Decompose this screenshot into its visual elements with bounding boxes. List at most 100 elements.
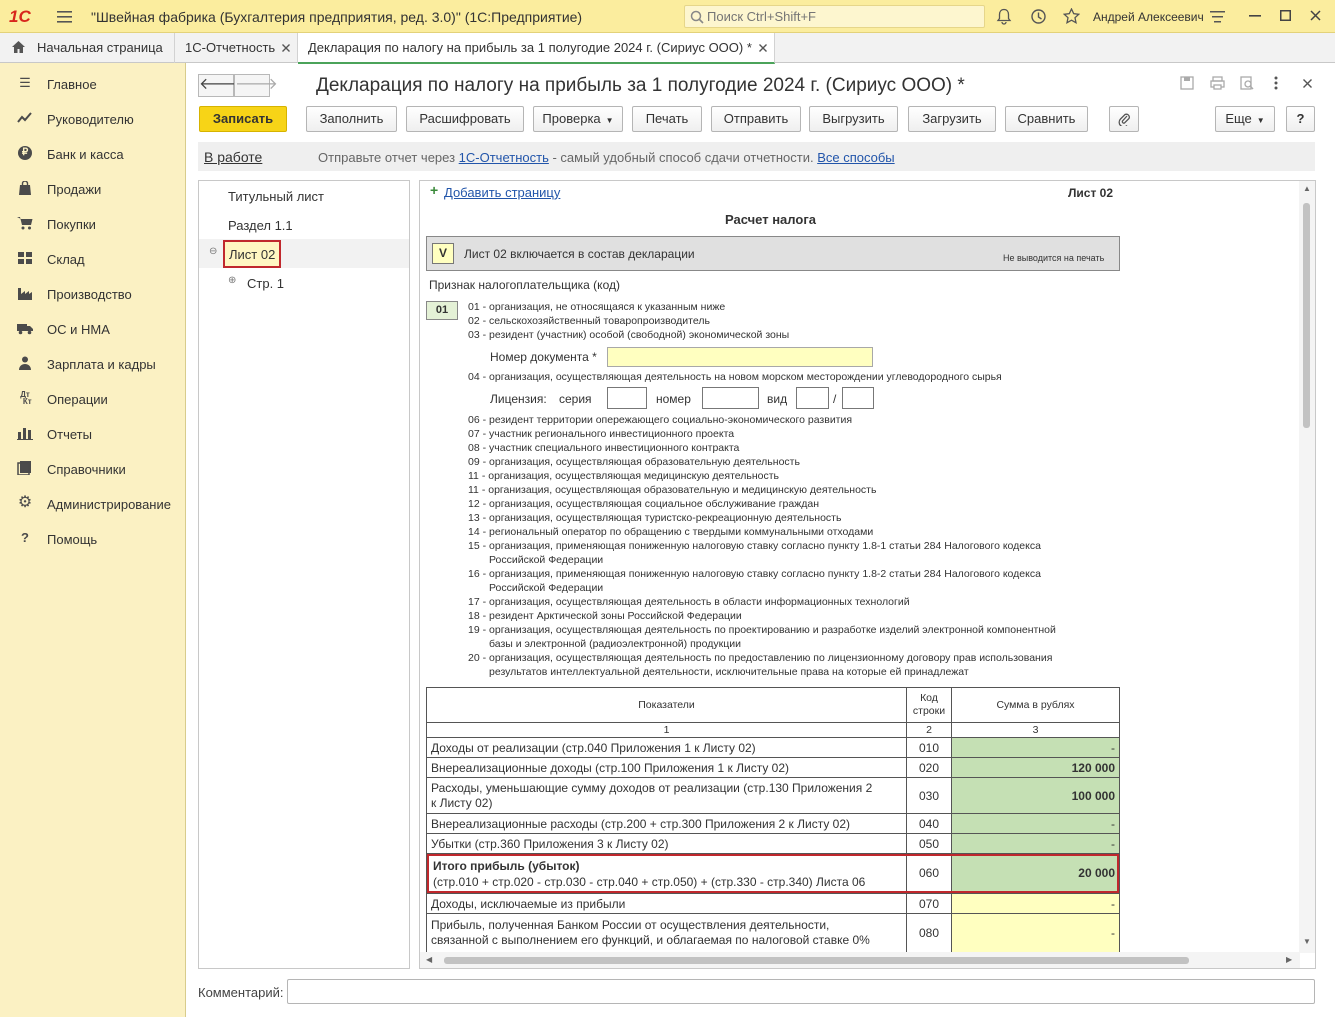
doc-number-label: Номер документа * <box>490 350 597 364</box>
forward-button[interactable]: 🡒 <box>234 74 278 97</box>
reporting-link[interactable]: 1С-Отчетность <box>459 150 549 165</box>
star-icon[interactable] <box>1063 8 1080 24</box>
back-button[interactable]: 🡐 <box>198 74 242 97</box>
code-item: 16 - организация, применяющая пониженную… <box>468 568 1041 580</box>
close-tab-icon[interactable] <box>282 44 290 52</box>
scroll-down-icon[interactable]: ▼ <box>1303 937 1311 946</box>
comment-input[interactable] <box>287 979 1315 1004</box>
vertical-scrollbar[interactable]: ▲ ▼ <box>1299 181 1315 953</box>
add-page-icon[interactable]: + <box>430 182 438 198</box>
license-number-field[interactable] <box>702 387 759 409</box>
maximize-icon[interactable] <box>1280 10 1291 21</box>
save-disk-icon[interactable] <box>1180 76 1194 90</box>
history-icon[interactable] <box>1030 8 1047 25</box>
expand-icon[interactable]: ⊕ <box>228 275 236 286</box>
scroll-left-icon[interactable]: ◀ <box>426 955 432 964</box>
table-row: Расходы, уменьшающие сумму доходов от ре… <box>426 777 907 814</box>
scroll-up-icon[interactable]: ▲ <box>1303 184 1311 193</box>
help-button[interactable]: ? <box>1286 106 1315 132</box>
sidebar-item-manager[interactable]: Руководителю <box>0 100 186 135</box>
sidebar: ☰ Главное Руководителю ₽ Банк и касса Прод… <box>0 63 186 1017</box>
bell-icon[interactable] <box>996 8 1012 25</box>
attach-button[interactable] <box>1109 106 1139 132</box>
row-sum-cell[interactable]: 100 000 <box>951 777 1120 814</box>
tree-item-page-1[interactable]: Стр. 1 <box>247 276 284 291</box>
row-sum-cell[interactable]: - <box>951 893 1120 914</box>
sidebar-item-warehouse[interactable]: Склад <box>0 240 186 275</box>
check-button[interactable]: Проверка ▼ <box>533 106 623 132</box>
search-icon <box>690 10 704 24</box>
close-tab-icon[interactable] <box>759 44 767 52</box>
sidebar-item-main[interactable]: ☰ Главное <box>0 65 186 100</box>
global-search[interactable] <box>684 5 985 28</box>
close-form-icon[interactable] <box>1303 79 1312 88</box>
included-checkbox[interactable]: V <box>432 243 454 264</box>
search-input[interactable] <box>707 8 977 25</box>
scroll-right-icon[interactable]: ▶ <box>1286 955 1292 964</box>
doc-number-field[interactable] <box>607 347 873 367</box>
tab-declaration[interactable]: Декларация по налогу на прибыль за 1 пол… <box>298 33 775 64</box>
code-item: Российской Федерации <box>489 582 604 594</box>
vertical-scroll-thumb[interactable] <box>1303 203 1310 428</box>
tab-reporting[interactable]: 1С-Отчетность <box>175 33 298 63</box>
sidebar-item-bank[interactable]: ₽ Банк и касса <box>0 135 186 170</box>
decode-button[interactable]: Расшифровать <box>406 106 524 132</box>
add-page-link[interactable]: Добавить страницу <box>444 185 560 200</box>
series-label: серия <box>559 392 592 406</box>
taxpayer-sign-label: Признак налогоплательщика (код) <box>429 278 620 292</box>
sections-tree: Титульный лист Раздел 1.1 ⊖ Лист 02 ⊕ Ст… <box>198 180 410 969</box>
settings-lines-icon[interactable] <box>1210 10 1225 23</box>
row-sum-cell[interactable]: - <box>951 833 1120 854</box>
minimize-icon[interactable] <box>1249 15 1261 18</box>
sidebar-item-help[interactable]: ? Помощь <box>0 520 186 555</box>
collapse-icon[interactable]: ⊖ <box>209 246 217 257</box>
tree-item-title-page[interactable]: Титульный лист <box>228 189 324 204</box>
more-vertical-icon[interactable] <box>1274 76 1278 90</box>
preview-icon[interactable] <box>1240 76 1254 90</box>
table-row: Доходы, исключаемые из прибыли <box>426 893 907 914</box>
printer-icon[interactable] <box>1210 76 1225 90</box>
import-button[interactable]: Загрузить <box>908 106 996 132</box>
export-button[interactable]: Выгрузить <box>809 106 898 132</box>
horizontal-scrollbar[interactable]: ◀ ▶ <box>420 952 1300 968</box>
license-kind-field-2[interactable] <box>842 387 874 409</box>
sidebar-item-sales[interactable]: Продажи <box>0 170 186 205</box>
all-methods-link[interactable]: Все способы <box>817 150 894 165</box>
sidebar-item-reports[interactable]: Отчеты <box>0 415 186 450</box>
row-sum-cell[interactable]: 120 000 <box>951 757 1120 778</box>
row-sum-cell[interactable]: - <box>951 913 1120 953</box>
status-link[interactable]: В работе <box>204 149 262 165</box>
hamburger-menu-icon[interactable] <box>57 10 72 23</box>
license-kind-field-1[interactable] <box>796 387 829 409</box>
row-code: 020 <box>906 757 952 778</box>
tree-item-section-1-1[interactable]: Раздел 1.1 <box>228 218 293 233</box>
sidebar-item-operations[interactable]: Дт Кт Операции <box>0 380 186 415</box>
row-sum-cell[interactable]: - <box>951 813 1120 834</box>
user-name[interactable]: Андрей Алексеевич <box>1093 10 1204 24</box>
sidebar-item-assets[interactable]: ОС и НМА <box>0 310 186 345</box>
tree-item-sheet-02[interactable]: Лист 02 <box>223 240 282 268</box>
taxpayer-code-field[interactable]: 01 <box>426 301 458 320</box>
sidebar-item-purchases[interactable]: Покупки <box>0 205 186 240</box>
compare-button[interactable]: Сравнить <box>1005 106 1088 132</box>
code-item: 19 - организация, осуществляющая деятель… <box>468 624 1056 636</box>
save-button[interactable]: Записать <box>199 106 287 132</box>
horizontal-scroll-thumb[interactable] <box>444 957 1189 964</box>
send-button[interactable]: Отправить <box>711 106 801 132</box>
sidebar-item-admin[interactable]: ⚙ Администрирование <box>0 485 186 520</box>
close-window-icon[interactable] <box>1310 10 1321 21</box>
more-button[interactable]: Еще ▼ <box>1215 106 1275 132</box>
print-button[interactable]: Печать <box>632 106 702 132</box>
tab-home[interactable]: Начальная страница <box>0 33 175 63</box>
sidebar-item-production[interactable]: Производство <box>0 275 186 310</box>
row-sum-cell[interactable]: - <box>951 737 1120 758</box>
fill-button[interactable]: Заполнить <box>306 106 397 132</box>
sheet-number: Лист 02 <box>1068 186 1114 200</box>
license-series-field[interactable] <box>607 387 647 409</box>
row-code: 040 <box>906 813 952 834</box>
code-item: 09 - организация, осуществляющая образов… <box>468 456 800 468</box>
table-header-indicator: Показатели <box>426 687 907 723</box>
sidebar-item-catalogs[interactable]: Справочники <box>0 450 186 485</box>
sidebar-item-salary[interactable]: Зарплата и кадры <box>0 345 186 380</box>
code-item: 18 - резидент Арктической зоны Российско… <box>468 610 742 622</box>
